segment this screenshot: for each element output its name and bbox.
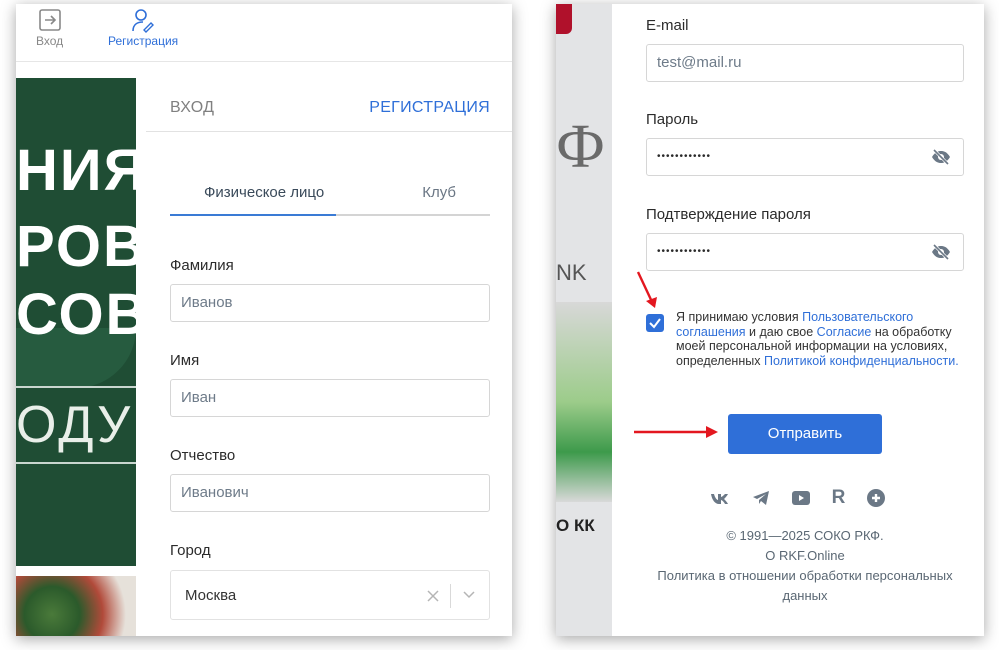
city-select[interactable]: Москва [170,570,490,620]
registration-panel-left: Вход Регистрация НИЯ РОВ СОВ ОДУ ВХОД РЕ… [16,4,512,636]
checkmark-icon [649,318,661,329]
telegram-icon[interactable] [751,488,771,508]
email-field[interactable]: test@mail.ru [646,44,964,82]
chevron-down-icon[interactable] [462,587,476,601]
select-separator [450,584,451,608]
consent-checkbox[interactable] [646,314,664,332]
active-tab-indicator [170,214,336,216]
consent-link[interactable]: Согласие [817,325,872,339]
tab-register[interactable]: РЕГИСТРАЦИЯ [369,99,490,117]
youtube-icon[interactable] [791,488,811,508]
privacy-policy-link[interactable]: Политикой конфиденциальности. [764,354,959,368]
nav-login-label: Вход [36,34,64,48]
footer: © 1991—2025 СОКО РКФ. О RKF.Online Полит… [646,526,964,606]
password-field[interactable]: •••••••••••• [646,138,964,176]
eye-slash-icon[interactable] [931,244,951,260]
background-text: NK [556,260,587,285]
registration-form: ВХОД РЕГИСТРАЦИЯ Физическое лицо Клуб Фа… [146,62,512,636]
tab-login[interactable]: ВХОД [170,99,214,117]
user-edit-icon [132,9,155,33]
background-letter: Ф [556,113,605,181]
confirm-password-field[interactable]: •••••••••••• [646,233,964,271]
annotation-arrow [634,426,718,438]
top-navigation: Вход Регистрация [16,4,512,62]
surname-label: Фамилия [170,257,234,274]
auth-tabs: ВХОД РЕГИСТРАЦИЯ [146,62,512,132]
city-label: Город [170,542,211,559]
banner-text-line: РОВ [16,214,136,279]
background-strip: Ф NK О КК [556,4,612,636]
consent-text-part: и даю свое [745,324,817,339]
password-label: Пароль [646,111,699,128]
registration-form-continued: E-mail test@mail.ru Пароль •••••••••••• … [612,4,984,636]
account-type-tabs: Физическое лицо Клуб [170,172,490,216]
eye-slash-icon[interactable] [931,149,951,165]
login-icon [38,9,61,31]
nav-login[interactable]: Вход [36,8,63,48]
banner-text-line: СОВ [16,282,136,347]
background-red-tab [556,4,572,34]
banner-text-line: ОДУ [16,386,136,464]
submit-button[interactable]: Отправить [728,414,882,454]
nav-register[interactable]: Регистрация [108,8,178,48]
vk-icon[interactable] [710,488,730,508]
city-select-value: Москва [185,587,237,604]
tab-physical-person[interactable]: Физическое лицо [204,184,324,201]
clear-icon[interactable] [427,590,439,602]
registration-panel-right: Ф NK О КК E-mail test@mail.ru Пароль •••… [556,4,984,636]
name-label: Имя [170,352,200,369]
privacy-policy-footer-link[interactable]: Политика в отношении обработки персональ… [646,566,964,606]
name-field[interactable]: Иван [170,379,490,417]
ok-icon[interactable] [866,488,886,508]
tab-club[interactable]: Клуб [422,184,456,201]
consent-text: Я принимаю условия Пользовательского сог… [676,310,962,368]
banner-text-line: НИЯ [16,138,136,203]
background-photo [16,576,136,636]
nav-register-label: Регистрация [108,34,179,48]
rutube-icon[interactable]: R [832,488,846,508]
about-link[interactable]: О RKF.Online [646,546,964,566]
password-value: •••••••••••• [657,151,712,162]
surname-field[interactable]: Иванов [170,284,490,322]
background-banner: НИЯ РОВ СОВ ОДУ [16,78,136,566]
patronymic-field[interactable]: Иванович [170,474,490,512]
patronymic-label: Отчество [170,447,236,464]
annotation-arrow [636,271,657,308]
confirm-password-value: •••••••••••• [657,246,712,257]
background-text: О КК [556,516,595,535]
consent-text-part: Я принимаю условия [676,310,803,324]
confirm-password-label: Подтверждение пароля [646,206,811,223]
copyright-text: © 1991—2025 СОКО РКФ. [726,528,884,543]
background-photo [556,302,612,502]
social-links: R [612,488,984,508]
email-label: E-mail [646,17,689,34]
